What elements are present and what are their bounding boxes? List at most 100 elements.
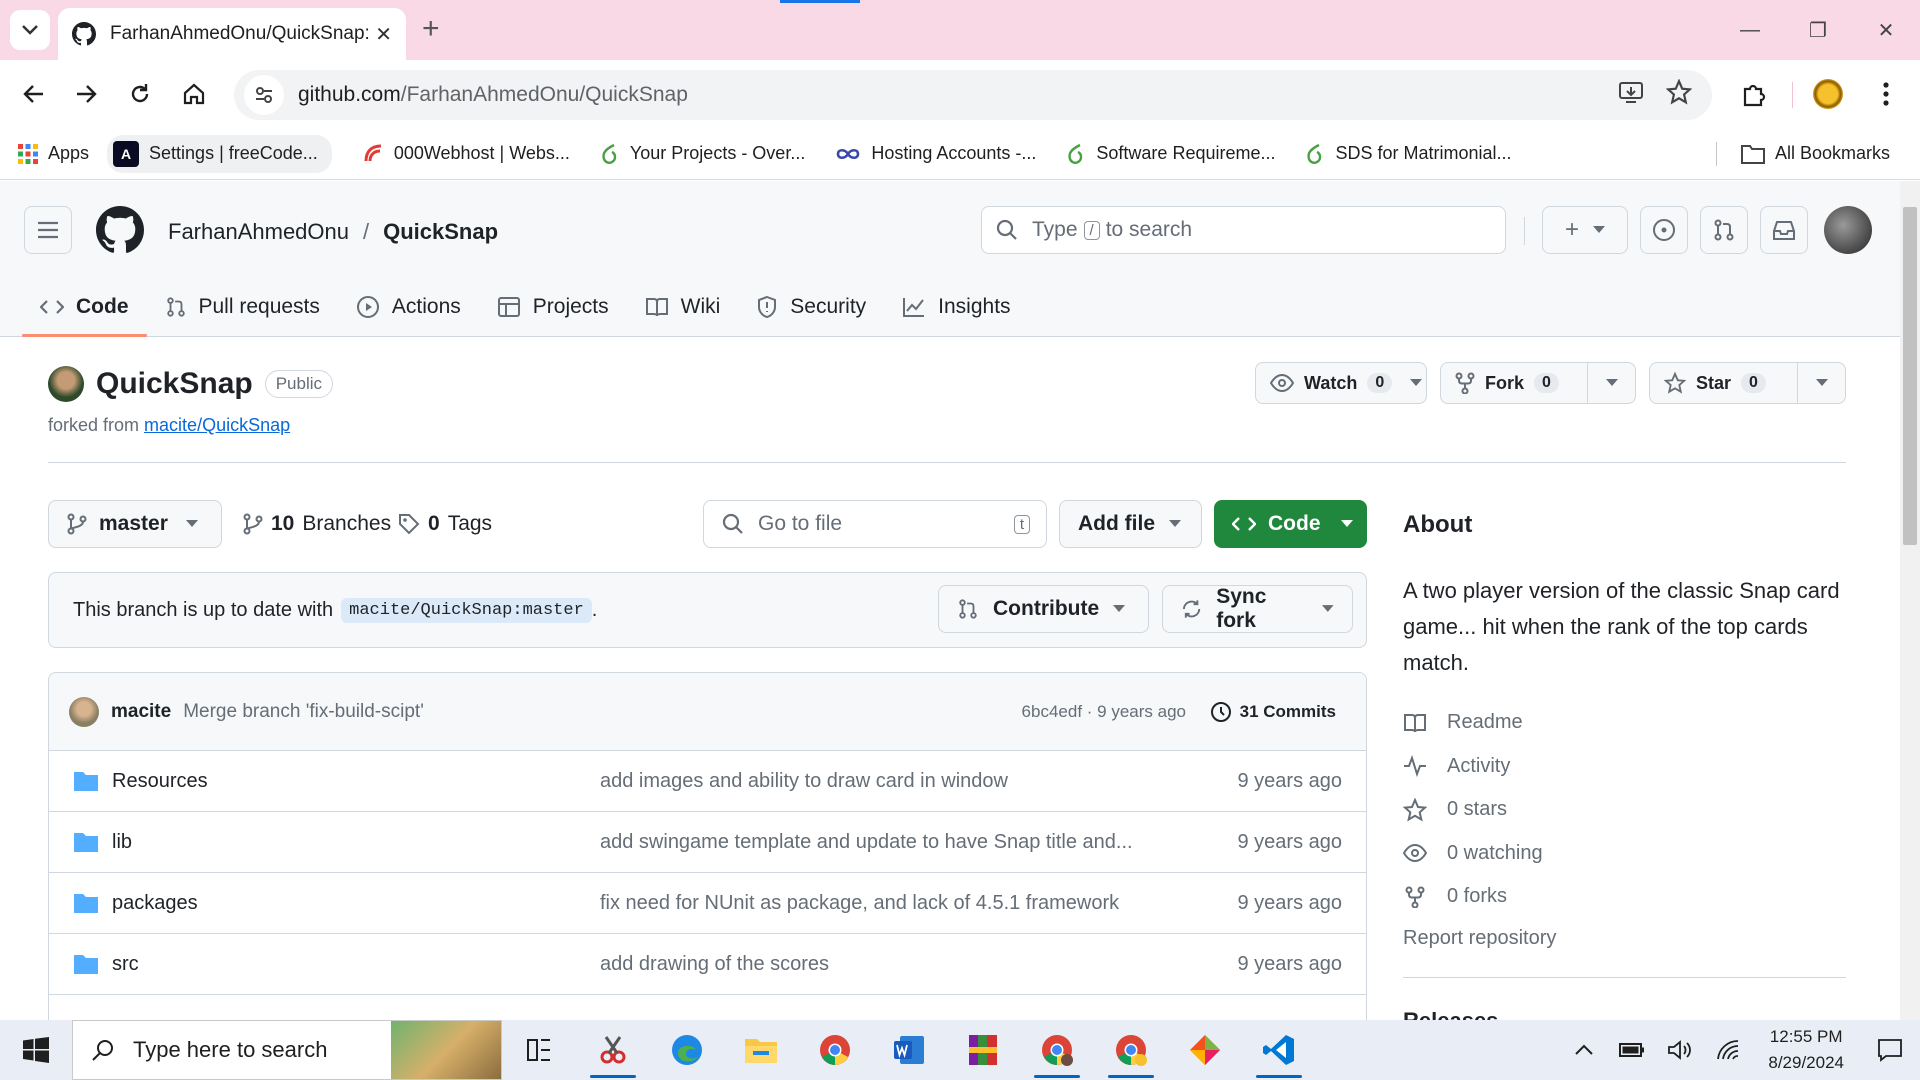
taskbar-clock[interactable]: 12:55 PM 8/29/2024	[1752, 1024, 1860, 1076]
taskbar-app-chrome-profile-2[interactable]	[1094, 1020, 1168, 1080]
taskbar-search-input[interactable]: Type here to search	[72, 1020, 502, 1080]
forward-button[interactable]	[66, 74, 106, 114]
commits-link[interactable]: 31 Commits	[1210, 701, 1336, 723]
forks-link[interactable]: 0 forks	[1403, 875, 1846, 919]
network-indicator[interactable]	[1704, 1020, 1752, 1080]
all-bookmarks-button[interactable]: All Bookmarks	[1740, 143, 1890, 164]
commit-author-avatar[interactable]	[69, 696, 99, 727]
fork-dropdown[interactable]	[1587, 363, 1635, 403]
battery-indicator[interactable]	[1608, 1020, 1656, 1080]
releases-heading[interactable]: Releases	[1403, 1008, 1846, 1021]
user-avatar[interactable]	[1824, 206, 1872, 254]
taskbar-app-git-tool[interactable]	[1168, 1020, 1242, 1080]
table-row[interactable]: src add drawing of the scores 9 years ag…	[49, 934, 1366, 995]
github-logo-icon[interactable]	[96, 206, 144, 254]
readme-link[interactable]: Readme	[1403, 701, 1846, 745]
bookmark-000webhost[interactable]: 000Webhost | Webs...	[362, 143, 570, 165]
bookmark-software-requirements[interactable]: Software Requireme...	[1066, 143, 1275, 165]
new-tab-button[interactable]: +	[422, 12, 440, 46]
file-commit-message[interactable]: fix need for NUnit as package, and lack …	[600, 892, 1160, 915]
star-button[interactable]: Star 0	[1650, 363, 1797, 403]
task-view-button[interactable]	[502, 1020, 576, 1080]
activity-link[interactable]: Activity	[1403, 745, 1846, 789]
file-name[interactable]: src	[112, 953, 139, 976]
restore-icon[interactable]: ❐	[1784, 0, 1852, 60]
bookmark-star-icon[interactable]	[1666, 79, 1692, 105]
stars-link[interactable]: 0 stars	[1403, 788, 1846, 832]
start-button[interactable]	[0, 1020, 72, 1080]
file-name[interactable]: Resources	[112, 770, 208, 793]
bookmark-apps[interactable]: Apps	[18, 143, 89, 164]
inbox-button[interactable]	[1760, 206, 1808, 254]
home-button[interactable]	[174, 74, 214, 114]
forked-from-link[interactable]: macite/QuickSnap	[144, 415, 290, 435]
watching-link[interactable]: 0 watching	[1403, 832, 1846, 876]
issues-button[interactable]	[1640, 206, 1688, 254]
table-row[interactable]: Resources add images and ability to draw…	[49, 751, 1366, 812]
contribute-button[interactable]: Contribute	[938, 585, 1149, 633]
file-name[interactable]: lib	[112, 831, 132, 854]
tab-close-icon[interactable]: ✕	[375, 22, 392, 47]
tab-projects[interactable]: Projects	[479, 277, 627, 337]
commit-author[interactable]: macite	[111, 701, 171, 723]
taskbar-app-snipping[interactable]	[576, 1020, 650, 1080]
back-button[interactable]	[14, 74, 54, 114]
taskbar-app-winrar[interactable]	[946, 1020, 1020, 1080]
repo-name[interactable]: QuickSnap	[96, 367, 253, 401]
breadcrumb-repo[interactable]: QuickSnap	[383, 219, 498, 245]
browser-tab[interactable]: FarhanAhmedOnu/QuickSnap: A ✕	[58, 8, 406, 60]
sync-fork-button[interactable]: Sync fork	[1162, 585, 1353, 633]
tab-security[interactable]: Security	[738, 277, 884, 337]
watch-dropdown[interactable]	[1406, 363, 1426, 403]
extensions-button[interactable]	[1734, 74, 1774, 114]
fork-button[interactable]: Fork 0	[1441, 363, 1587, 403]
tab-wiki[interactable]: Wiki	[627, 277, 739, 337]
commit-meta[interactable]: 6bc4edf · 9 years ago	[1022, 702, 1186, 722]
hamburger-menu-button[interactable]	[24, 206, 72, 254]
file-commit-message[interactable]: add swingame template and update to have…	[600, 831, 1160, 854]
file-name[interactable]: packages	[112, 892, 198, 915]
bookmark-freecodecamp[interactable]: A Settings | freeCode...	[107, 134, 332, 173]
volume-indicator[interactable]	[1656, 1020, 1704, 1080]
commit-message[interactable]: Merge branch 'fix-build-scipt'	[183, 701, 424, 723]
file-commit-message[interactable]: add drawing of the scores	[600, 953, 1160, 976]
breadcrumb-owner[interactable]: FarhanAhmedOnu	[168, 219, 349, 245]
tags-link[interactable]: 0 Tags	[398, 500, 492, 548]
taskbar-app-chrome[interactable]	[798, 1020, 872, 1080]
bookmark-sds-matrimonial[interactable]: SDS for Matrimonial...	[1305, 143, 1512, 165]
site-info-icon[interactable]	[244, 75, 284, 115]
add-file-button[interactable]: Add file	[1059, 500, 1202, 548]
taskbar-app-word[interactable]	[872, 1020, 946, 1080]
taskbar-app-edge[interactable]	[650, 1020, 724, 1080]
bookmark-your-projects[interactable]: Your Projects - Over...	[600, 143, 805, 165]
branches-link[interactable]: 10 Branches	[243, 500, 391, 548]
tray-expand-button[interactable]	[1560, 1020, 1608, 1080]
tab-code[interactable]: Code	[22, 277, 147, 337]
address-bar[interactable]: github.com/FarhanAhmedOnu/QuickSnap	[234, 70, 1712, 120]
code-button[interactable]: Code	[1214, 500, 1367, 548]
tab-actions[interactable]: Actions	[338, 277, 479, 337]
notification-center-button[interactable]	[1860, 1020, 1920, 1080]
watch-button[interactable]: Watch 0	[1256, 363, 1406, 403]
taskbar-app-file-explorer[interactable]	[724, 1020, 798, 1080]
taskbar-app-vscode[interactable]	[1242, 1020, 1316, 1080]
reload-button[interactable]	[120, 74, 160, 114]
go-to-file-input[interactable]: Go to file t	[703, 500, 1047, 548]
url-text[interactable]: github.com/FarhanAhmedOnu/QuickSnap	[298, 83, 688, 107]
install-app-icon[interactable]	[1618, 79, 1644, 105]
tab-search-button[interactable]	[10, 10, 50, 50]
pull-requests-button[interactable]	[1700, 206, 1748, 254]
table-row[interactable]: packages fix need for NUnit as package, …	[49, 873, 1366, 934]
tab-insights[interactable]: Insights	[884, 277, 1028, 337]
star-dropdown[interactable]	[1797, 363, 1845, 403]
report-repository-link[interactable]: Report repository	[1403, 919, 1846, 959]
branch-selector[interactable]: master	[48, 500, 222, 548]
profile-avatar-button[interactable]	[1808, 74, 1848, 114]
taskbar-app-chrome-profile-1[interactable]	[1020, 1020, 1094, 1080]
create-new-button[interactable]: +	[1542, 206, 1628, 254]
close-window-icon[interactable]: ✕	[1852, 0, 1920, 60]
minimize-icon[interactable]: —	[1716, 0, 1784, 60]
search-input[interactable]: Type / to search	[981, 206, 1506, 254]
fork-status-ref[interactable]: macite/QuickSnap:master	[341, 597, 592, 623]
bookmark-hosting-accounts[interactable]: Hosting Accounts -...	[835, 143, 1036, 164]
